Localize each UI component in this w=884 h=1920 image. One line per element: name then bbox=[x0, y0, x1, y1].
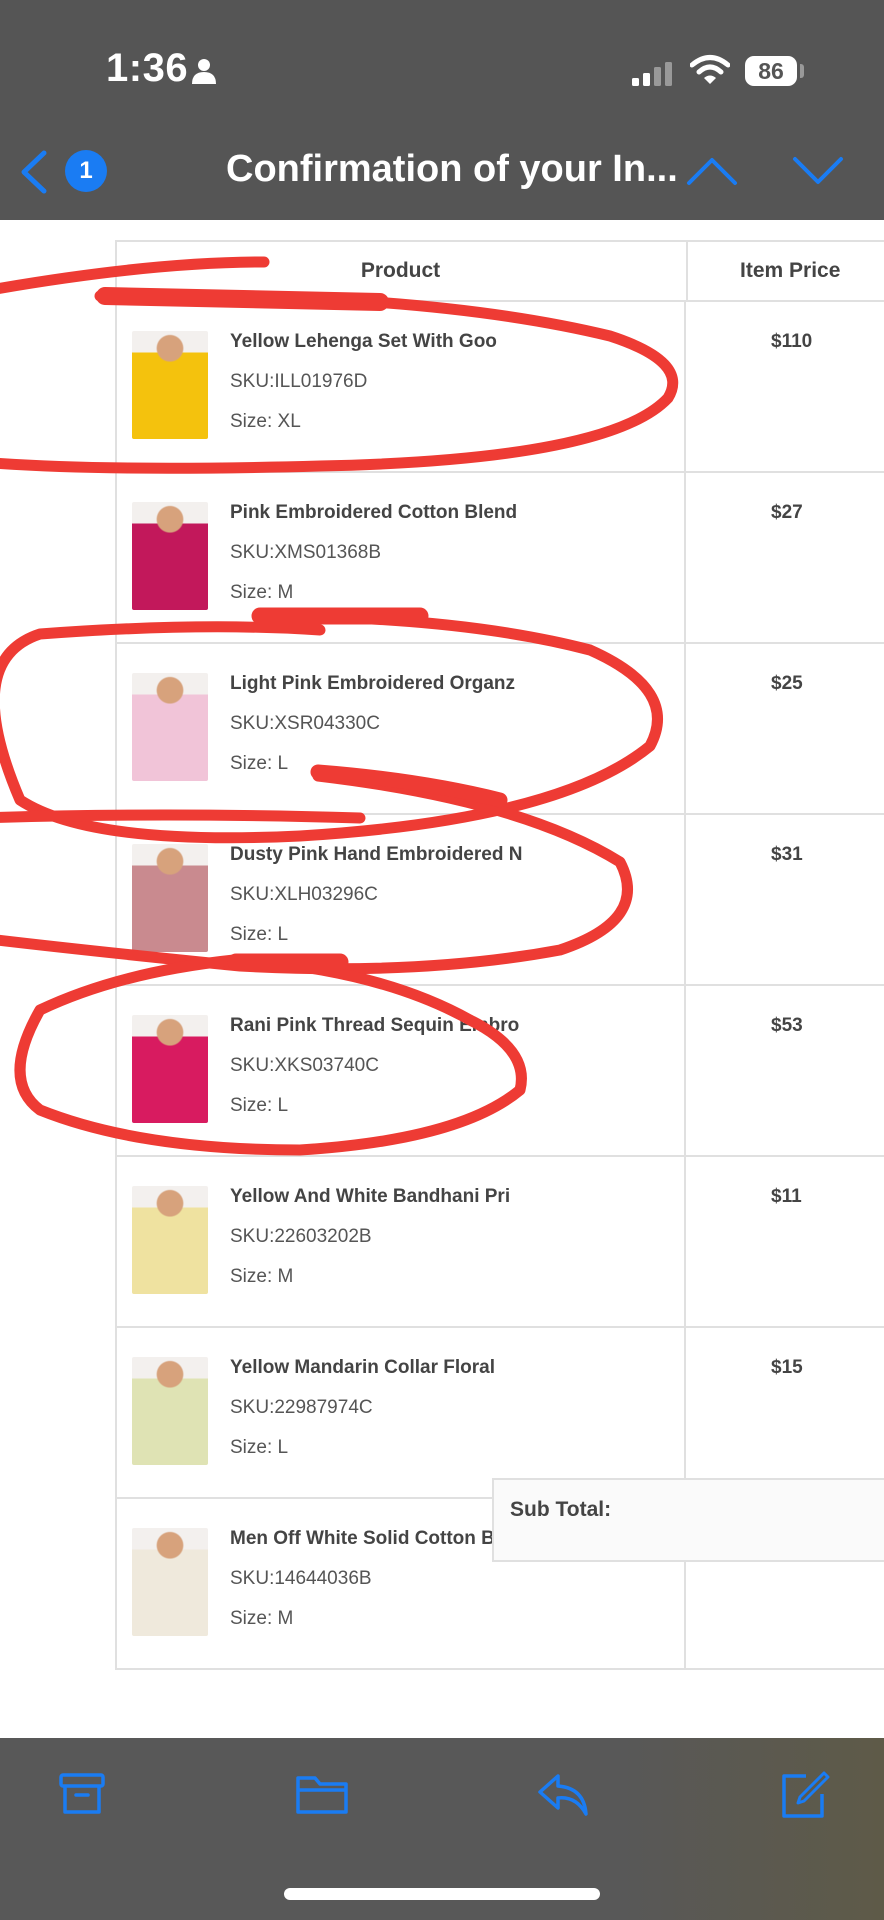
column-divider bbox=[684, 473, 686, 642]
unread-count-badge[interactable]: 1 bbox=[65, 150, 107, 192]
archive-icon[interactable] bbox=[58, 1770, 106, 1818]
top-bar: 1:36 86 1 Confirmation of your In... bbox=[0, 0, 884, 220]
product-size: Size: M bbox=[230, 1608, 294, 1629]
product-name: Rani Pink Thread Sequin Embro bbox=[230, 1015, 520, 1036]
header-product: Product bbox=[360, 259, 441, 282]
product-price: $110 bbox=[771, 331, 813, 352]
product-price: $11 bbox=[771, 1186, 802, 1207]
product-sku: SKU:22603202B bbox=[230, 1226, 372, 1247]
table-row[interactable]: Dusty Pink Hand Embroidered N SKU:XLH0329… bbox=[117, 815, 884, 986]
reply-icon[interactable] bbox=[536, 1770, 590, 1818]
product-name: Light Pink Embroidered Organz bbox=[230, 673, 516, 694]
product-sku: SKU:XKS03740C bbox=[230, 1055, 379, 1076]
battery-indicator: 86 bbox=[745, 56, 797, 86]
column-divider bbox=[684, 815, 686, 984]
product-name: Dusty Pink Hand Embroidered N bbox=[230, 844, 523, 865]
product-name: Yellow Mandarin Collar Floral bbox=[230, 1357, 495, 1378]
product-size: Size: L bbox=[230, 753, 289, 774]
column-divider bbox=[684, 1157, 686, 1326]
wifi-icon bbox=[690, 55, 730, 84]
product-thumbnail[interactable] bbox=[132, 844, 208, 952]
product-size: Size: L bbox=[230, 1095, 289, 1116]
home-indicator[interactable] bbox=[284, 1888, 600, 1900]
battery-cap bbox=[800, 64, 804, 78]
table-row[interactable]: Pink Embroidered Cotton Blend SKU:XMS0136… bbox=[117, 473, 884, 644]
table-row[interactable]: Yellow And White Bandhani Pri SKU:2260320… bbox=[117, 1157, 884, 1328]
product-sku: SKU:XLH03296C bbox=[230, 884, 378, 905]
subtotal-box: Sub Total: bbox=[492, 1478, 884, 1562]
product-size: Size: M bbox=[230, 1266, 294, 1287]
product-size: Size: L bbox=[230, 924, 289, 945]
product-sku: SKU:XMS01368B bbox=[230, 542, 382, 563]
back-chevron-icon[interactable] bbox=[18, 150, 48, 194]
product-size: Size: L bbox=[230, 1437, 289, 1458]
order-items-table: Product Item Price Yellow Lehenga Set Wi… bbox=[115, 240, 884, 1670]
product-thumbnail[interactable] bbox=[132, 331, 208, 439]
product-thumbnail[interactable] bbox=[132, 1357, 208, 1465]
product-thumbnail[interactable] bbox=[132, 1186, 208, 1294]
next-message-chevron-down-icon[interactable] bbox=[792, 156, 844, 186]
product-price: $27 bbox=[771, 502, 803, 523]
table-row[interactable]: Light Pink Embroidered Organz SKU:XSR0433… bbox=[117, 644, 884, 815]
compose-icon[interactable] bbox=[778, 1770, 830, 1822]
status-time: 1:36 bbox=[106, 46, 189, 90]
product-thumbnail[interactable] bbox=[132, 1015, 208, 1123]
column-divider bbox=[684, 1328, 686, 1497]
email-subject-title: Confirmation of your In... bbox=[226, 148, 678, 190]
column-divider bbox=[684, 302, 686, 471]
product-size: Size: XL bbox=[230, 411, 301, 432]
column-divider bbox=[684, 644, 686, 813]
product-price: $15 bbox=[771, 1357, 803, 1378]
product-price: $31 bbox=[771, 844, 803, 865]
table-header-row: Product Item Price bbox=[117, 242, 884, 302]
product-name: Pink Embroidered Cotton Blend bbox=[230, 502, 518, 523]
product-name: Men Off White Solid Cotton Bl bbox=[230, 1528, 501, 1549]
table-row[interactable]: Rani Pink Thread Sequin Embro SKU:XKS0374… bbox=[117, 986, 884, 1157]
column-divider bbox=[684, 986, 686, 1155]
folder-icon[interactable] bbox=[295, 1770, 349, 1818]
subtotal-label: Sub Total: bbox=[510, 1498, 612, 1521]
product-thumbnail[interactable] bbox=[132, 502, 208, 610]
person-icon bbox=[192, 59, 216, 84]
header-item-price: Item Price bbox=[686, 242, 884, 300]
product-size: Size: M bbox=[230, 582, 294, 603]
previous-message-chevron-up-icon[interactable] bbox=[686, 156, 738, 186]
product-sku: SKU:ILL01976D bbox=[230, 371, 368, 392]
product-name: Yellow Lehenga Set With Goo bbox=[230, 331, 497, 352]
table-row[interactable]: Yellow Mandarin Collar Floral SKU:2298797… bbox=[117, 1328, 884, 1499]
product-thumbnail[interactable] bbox=[132, 673, 208, 781]
product-thumbnail[interactable] bbox=[132, 1528, 208, 1636]
cellular-signal-icon bbox=[632, 62, 672, 86]
product-price: $25 bbox=[771, 673, 803, 694]
table-row[interactable]: Yellow Lehenga Set With Goo SKU:ILL01976D… bbox=[117, 302, 884, 473]
product-price: $53 bbox=[771, 1015, 803, 1036]
product-sku: SKU:XSR04330C bbox=[230, 713, 380, 734]
product-name: Yellow And White Bandhani Pri bbox=[230, 1186, 511, 1207]
product-sku: SKU:22987974C bbox=[230, 1397, 373, 1418]
product-sku: SKU:14644036B bbox=[230, 1568, 372, 1589]
